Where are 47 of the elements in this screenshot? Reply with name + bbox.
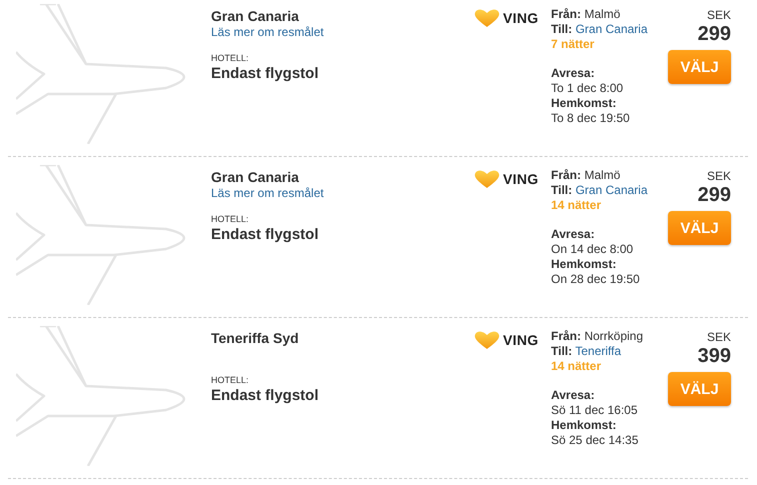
depart-label: Avresa: bbox=[551, 388, 596, 403]
nights-count: 14 nätter bbox=[551, 198, 602, 213]
return-time: Sö 25 dec 14:35 bbox=[551, 433, 640, 448]
hotel-name: Endast flygstol bbox=[211, 225, 320, 244]
brand-name: VING bbox=[503, 332, 538, 348]
brand-name: VING bbox=[503, 10, 538, 26]
return-time: To 8 dec 19:50 bbox=[551, 111, 631, 126]
hotel-name: Endast flygstol bbox=[211, 386, 320, 405]
price: 399 bbox=[698, 345, 731, 368]
to-label: Till: bbox=[551, 183, 572, 197]
destination-title: Gran Canaria bbox=[211, 8, 300, 25]
from-line: Från: Norrköping bbox=[551, 329, 644, 344]
depart-time: To 1 dec 8:00 bbox=[551, 81, 624, 96]
from-line: Från: Malmö bbox=[551, 7, 622, 22]
return-label: Hemkomst: bbox=[551, 96, 618, 111]
depart-label: Avresa: bbox=[551, 227, 596, 242]
currency-label: SEK bbox=[706, 8, 731, 23]
to-link[interactable]: Gran Canaria bbox=[575, 183, 648, 197]
from-line: Från: Malmö bbox=[551, 168, 622, 183]
return-label: Hemkomst: bbox=[551, 418, 618, 433]
to-label: Till: bbox=[551, 22, 572, 36]
destination-title: Teneriffa Syd bbox=[211, 330, 300, 347]
hotel-label: HOTELL: bbox=[211, 374, 250, 386]
return-label: Hemkomst: bbox=[551, 257, 618, 272]
heart-icon bbox=[473, 169, 501, 189]
nights-count: 14 nätter bbox=[551, 359, 602, 374]
hotel-label: HOTELL: bbox=[211, 213, 250, 225]
destination-link[interactable]: Läs mer om resmålet bbox=[211, 186, 473, 201]
nights-count: 7 nätter bbox=[551, 37, 596, 52]
currency-label: SEK bbox=[706, 169, 731, 184]
heart-icon bbox=[473, 8, 501, 28]
brand-name: VING bbox=[503, 171, 538, 187]
currency-label: SEK bbox=[706, 330, 731, 345]
destination-link[interactable]: Läs mer om resmålet bbox=[211, 25, 473, 40]
hotel-name: Endast flygstol bbox=[211, 64, 320, 83]
depart-time: Sö 11 dec 16:05 bbox=[551, 403, 639, 418]
hotel-label: HOTELL: bbox=[211, 52, 250, 64]
price: 299 bbox=[698, 23, 731, 46]
price: 299 bbox=[698, 184, 731, 207]
depart-time: On 14 dec 8:00 bbox=[551, 242, 634, 257]
to-link[interactable]: Gran Canaria bbox=[575, 22, 648, 36]
depart-label: Avresa: bbox=[551, 66, 596, 81]
to-label: Till: bbox=[551, 344, 572, 358]
heart-icon bbox=[473, 330, 501, 350]
to-link[interactable]: Teneriffa bbox=[575, 344, 622, 358]
destination-title: Gran Canaria bbox=[211, 169, 300, 186]
return-time: On 28 dec 19:50 bbox=[551, 272, 641, 287]
